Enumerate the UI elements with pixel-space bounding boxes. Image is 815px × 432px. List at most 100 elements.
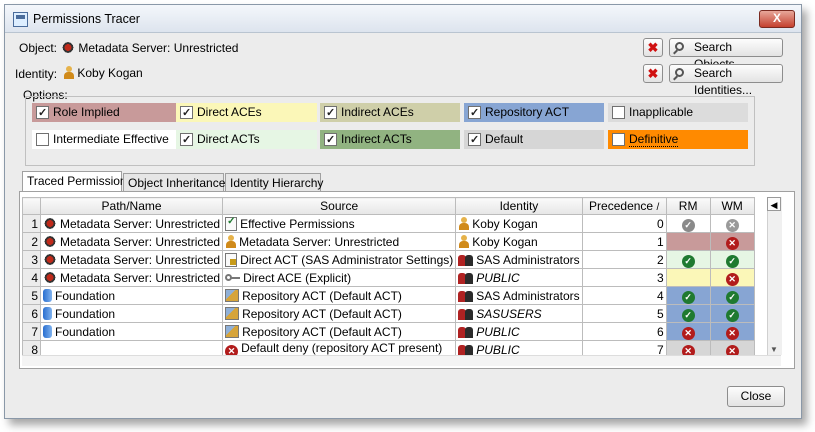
option-checkbox[interactable] <box>324 131 337 149</box>
option-checkbox[interactable] <box>468 131 481 149</box>
clear-object-button[interactable]: ✖ <box>643 38 663 57</box>
path-text: Metadata Server: Unrestricted <box>60 252 221 267</box>
option-indirect-aces[interactable]: Indirect ACEs <box>320 103 460 122</box>
row-number-text: 7 <box>31 324 38 339</box>
user-icon <box>458 216 470 230</box>
identity-text: PUBLIC <box>476 324 520 339</box>
option-direct-acts[interactable]: Direct ACTs <box>176 130 317 149</box>
clear-identity-button[interactable]: ✖ <box>643 64 663 83</box>
table-row[interactable]: 3 Metadata Server: Unrestricted Direct ACT… <box>22 250 755 269</box>
column-chooser-icon[interactable]: ◀ <box>767 197 781 211</box>
cell-source: Repository ACT (Default ACT) <box>222 304 457 323</box>
option-checkbox[interactable] <box>468 104 481 122</box>
window-title: Permissions Tracer <box>33 12 140 26</box>
scroll-down-arrow-icon[interactable]: ▼ <box>770 345 778 354</box>
option-checkbox[interactable] <box>180 104 193 122</box>
horizontal-scrollbar[interactable] <box>22 355 781 366</box>
clear-icon: ✖ <box>647 40 659 55</box>
option-checkbox[interactable] <box>180 131 193 149</box>
column-source[interactable]: Source <box>222 197 457 215</box>
option-checkbox[interactable] <box>612 106 625 119</box>
cell-precedence: 1 <box>581 232 667 251</box>
identity-name: Koby Kogan <box>77 66 143 80</box>
table-row[interactable]: 6 Foundation Repository ACT (Default ACT) S… <box>22 304 755 323</box>
window-close-button[interactable]: X <box>759 10 795 28</box>
row-number: 3 <box>22 250 41 269</box>
group-icon <box>458 289 474 302</box>
cell-wm: ✕ <box>709 268 755 287</box>
option-checkbox[interactable] <box>612 133 625 146</box>
option-default[interactable]: Default <box>464 130 604 149</box>
cell-identity: SAS Administrators <box>455 286 583 305</box>
precedence-text: 0 <box>656 216 664 231</box>
precedence-text: 4 <box>656 288 664 303</box>
row-number-header <box>22 197 41 215</box>
cell-rm: ✓ <box>665 304 711 323</box>
option-checkbox[interactable] <box>36 104 49 122</box>
tab-traced-permissions[interactable]: Traced Permissions <box>22 171 133 193</box>
option-label: Intermediate Effective <box>53 132 169 146</box>
acl-template-icon <box>225 252 238 267</box>
metadata-server-icon <box>43 252 57 266</box>
tab-object-inheritance[interactable]: Object Inheritance <box>123 173 225 192</box>
option-definitive[interactable]: Definitive <box>608 130 748 149</box>
group-icon <box>458 325 474 338</box>
row-number: 2 <box>22 232 41 251</box>
cell-rm: ✓ <box>665 214 711 233</box>
deny-icon: ✕ <box>725 273 739 286</box>
row-number-text: 6 <box>31 306 38 321</box>
repository-act-icon <box>225 288 240 302</box>
permissions-table: Path/Name Source Identity Precedence / R… <box>22 197 755 374</box>
column-path-name[interactable]: Path/Name <box>39 197 224 215</box>
identity-label: Identity: <box>15 67 58 81</box>
close-button[interactable]: Close <box>727 386 785 407</box>
column-rm[interactable]: RM <box>665 197 711 215</box>
grant-icon: ✓ <box>681 309 695 322</box>
cell-path: Foundation <box>39 304 224 323</box>
options-group: Role Implied Direct ACEs Indirect ACEs Repo… <box>25 96 755 166</box>
option-label: Direct ACEs <box>197 105 262 119</box>
repository-icon <box>43 324 52 338</box>
table-row[interactable]: 4 Metadata Server: Unrestricted Direct ACE… <box>22 268 755 287</box>
option-role-implied[interactable]: Role Implied <box>32 103 176 122</box>
option-label: Direct ACTs <box>197 132 260 146</box>
column-precedence[interactable]: Precedence / <box>581 197 667 215</box>
grant-icon: ✓ <box>681 219 695 232</box>
option-direct-aces[interactable]: Direct ACEs <box>176 103 317 122</box>
source-text: Repository ACT (Default ACT) <box>242 324 402 339</box>
vertical-scrollbar[interactable]: ▼ <box>767 197 782 355</box>
source-text: Repository ACT (Default ACT) <box>242 306 402 321</box>
row-number-text: 3 <box>31 252 38 267</box>
column-wm[interactable]: WM <box>709 197 755 215</box>
title-bar: Permissions Tracer X <box>5 5 801 33</box>
grant-icon: ✓ <box>725 291 739 304</box>
precedence-text: 6 <box>656 324 664 339</box>
search-objects-button[interactable]: Search Objects... <box>669 38 783 71</box>
user-icon <box>63 66 74 79</box>
cell-path: Foundation <box>39 322 224 341</box>
cell-rm: ✕ <box>665 322 711 341</box>
option-checkbox[interactable] <box>324 104 337 122</box>
tab-identity-hierarchy[interactable]: Identity Hierarchy <box>225 173 323 192</box>
option-indirect-acts[interactable]: Indirect ACTs <box>320 130 460 149</box>
repository-icon <box>43 306 52 320</box>
app-icon <box>13 12 28 27</box>
effective-permissions-icon <box>225 216 238 231</box>
table-row[interactable]: 5 Foundation Repository ACT (Default ACT) S… <box>22 286 755 305</box>
search-identities-button[interactable]: Search Identities... <box>669 64 783 97</box>
table-row[interactable]: 1 Metadata Server: Unrestricted Effective … <box>22 214 755 233</box>
metadata-server-icon <box>43 216 57 230</box>
path-text: Metadata Server: Unrestricted <box>60 234 221 249</box>
path-text: Foundation <box>55 288 116 303</box>
option-checkbox[interactable] <box>36 133 49 146</box>
row-number: 4 <box>22 268 41 287</box>
row-number: 6 <box>22 304 41 323</box>
cell-rm: ✓ <box>665 286 711 305</box>
table-row[interactable]: 7 Foundation Repository ACT (Default ACT) P… <box>22 322 755 341</box>
column-identity[interactable]: Identity <box>455 197 583 215</box>
option-intermediate-effective[interactable]: Intermediate Effective <box>32 130 176 149</box>
table-row[interactable]: 2 Metadata Server: Unrestricted Metadata S… <box>22 232 755 251</box>
option-inapplicable[interactable]: Inapplicable <box>608 103 748 122</box>
option-repository-act[interactable]: Repository ACT <box>464 103 604 122</box>
identity-value: Koby Kogan <box>63 66 143 80</box>
